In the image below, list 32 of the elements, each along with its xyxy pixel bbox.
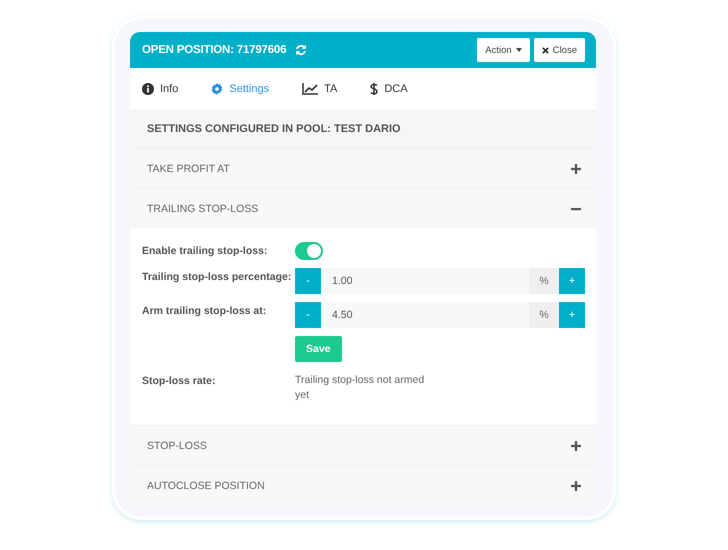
accordion-header[interactable]: AUTOCLOSE POSITION xyxy=(130,466,596,505)
action-dropdown[interactable]: Action xyxy=(477,38,530,62)
accordion-header[interactable]: TRAILING STOP-LOSS xyxy=(130,189,596,228)
accordion-header[interactable]: TAKE PROFIT AT xyxy=(130,149,596,188)
line-chart-icon xyxy=(302,83,318,95)
caret-icon xyxy=(516,48,522,52)
settings-icon xyxy=(211,83,224,95)
unit-label: % xyxy=(529,302,559,328)
unit-label: % xyxy=(529,268,559,294)
status-text: Trailing stop-loss not armed yet xyxy=(295,373,426,403)
field-label: Trailing stop-loss percentage: xyxy=(142,270,292,285)
window-title: OPEN POSITION: 71797606 xyxy=(142,44,286,56)
field-label: Enable trailing stop-loss: xyxy=(142,244,268,259)
input-field[interactable]: 4.50 xyxy=(321,302,529,328)
expand-icon xyxy=(571,440,581,450)
refresh-icon[interactable] xyxy=(295,44,308,56)
dollar-icon xyxy=(370,82,378,96)
input-field[interactable]: 1.00 xyxy=(321,268,529,294)
close-icon xyxy=(542,46,549,54)
tab[interactable]: DCA xyxy=(370,82,408,96)
field-label: Stop-loss rate: xyxy=(142,374,217,389)
close-button[interactable]: Close xyxy=(534,38,585,62)
tab[interactable]: TA xyxy=(302,83,338,95)
expand-icon xyxy=(571,164,581,174)
field-label: Arm trailing stop-loss at: xyxy=(142,304,268,319)
toggle-switch[interactable] xyxy=(295,242,323,260)
accordion-header[interactable]: STOP-LOSS xyxy=(130,426,596,465)
expand-icon xyxy=(571,480,581,490)
section-title: SETTINGS CONFIGURED IN POOL: TEST DARIO xyxy=(130,111,596,148)
info-icon xyxy=(142,83,154,95)
tab[interactable]: Settings xyxy=(211,83,270,95)
tab[interactable]: Info xyxy=(142,83,178,95)
